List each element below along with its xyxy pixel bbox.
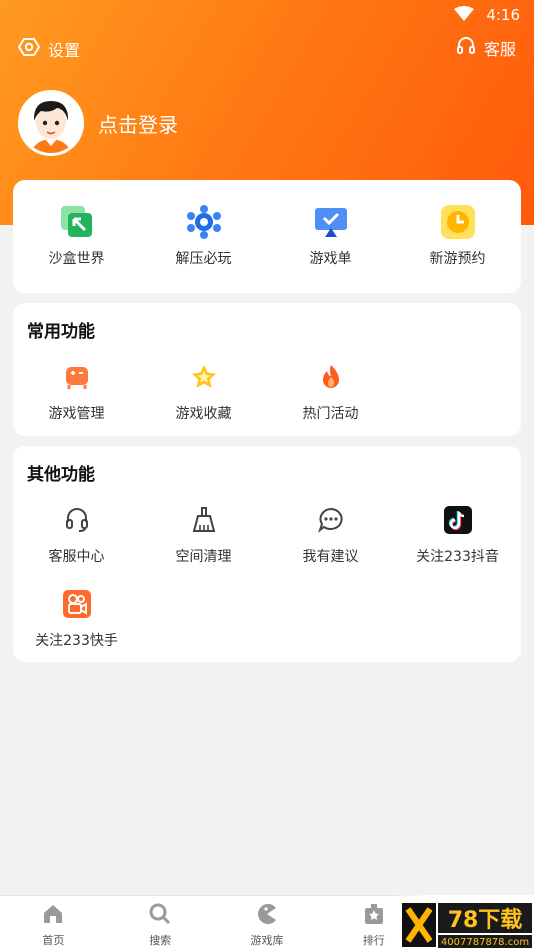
wifi-icon (454, 6, 474, 26)
game-management-entry[interactable]: 游戏管理 (13, 359, 140, 423)
section-title: 其他功能 (27, 465, 95, 485)
home-icon (41, 902, 65, 930)
avatar[interactable] (18, 90, 84, 156)
broom-icon (186, 502, 222, 538)
quick-entry-card: 沙盒世界 解压必玩 游戏单 新游预约 (13, 180, 521, 293)
status-time: 4:16 (486, 6, 520, 24)
hot-events-entry[interactable]: 热门活动 (267, 359, 394, 423)
puzzle-icon (186, 204, 222, 240)
suggestion-entry[interactable]: 我有建议 (267, 502, 394, 566)
quick-item-label: 解压必玩 (175, 251, 232, 267)
other-item-label: 客服中心 (48, 549, 105, 565)
customer-center-entry[interactable]: 客服中心 (13, 502, 140, 566)
other-functions-card: 其他功能 客服中心 空间清理 我有建议 关注233抖音 关注233快手 (13, 446, 521, 662)
stress-relief-entry[interactable]: 解压必玩 (140, 204, 267, 268)
gamepad-icon (59, 359, 95, 395)
tiktok-icon (440, 502, 476, 538)
game-list-icon (313, 204, 349, 240)
fire-icon (313, 359, 349, 395)
tab-label: 搜索 (149, 934, 172, 947)
service-label: 客服 (483, 40, 516, 59)
tab-label: 游戏库 (250, 934, 284, 947)
new-game-reservation-entry[interactable]: 新游预约 (394, 204, 521, 268)
customer-service-button[interactable]: 客服 (456, 36, 516, 60)
profile-section[interactable]: 点击登录 (18, 90, 178, 156)
game-list-entry[interactable]: 游戏单 (267, 204, 394, 268)
watermark: 78下载 4007787878.com (394, 895, 534, 949)
follow-kuaishou-entry[interactable]: 关注233快手 (13, 586, 140, 650)
settings-button[interactable]: 设置 (17, 36, 81, 62)
tab-home[interactable]: 首页 (0, 896, 107, 949)
common-item-label: 热门活动 (302, 406, 359, 422)
pacman-icon (255, 902, 279, 930)
sandbox-world-entry[interactable]: 沙盒世界 (13, 204, 140, 268)
settings-label: 设置 (48, 41, 81, 60)
other-item-label: 关注233快手 (35, 633, 118, 649)
common-item-label: 游戏管理 (48, 406, 105, 422)
other-item-label: 我有建议 (302, 549, 359, 565)
other-item-label: 关注233抖音 (416, 549, 499, 565)
chat-icon (313, 502, 349, 538)
tab-label: 首页 (42, 934, 65, 947)
watermark-site: 4007787878.com (441, 937, 529, 948)
game-favorites-entry[interactable]: 游戏收藏 (140, 359, 267, 423)
headset-icon (59, 502, 95, 538)
other-item-label: 空间清理 (175, 549, 232, 565)
tab-label: 排行 (362, 934, 385, 947)
watermark-logo: 78下载 4007787878.com (402, 903, 532, 948)
tab-search[interactable]: 搜索 (107, 896, 214, 949)
sandbox-icon (59, 204, 95, 240)
common-item-label: 游戏收藏 (175, 406, 232, 422)
status-bar: 4:16 (0, 0, 534, 30)
rank-icon (362, 902, 386, 930)
kuaishou-icon (59, 586, 95, 622)
common-functions-card: 常用功能 游戏管理 游戏收藏 热门活动 (13, 303, 521, 436)
top-bar: 设置 客服 (0, 36, 534, 64)
settings-icon (17, 36, 41, 62)
login-link[interactable]: 点击登录 (98, 109, 178, 138)
quick-item-label: 游戏单 (309, 251, 352, 267)
quick-item-label: 沙盒世界 (48, 251, 105, 267)
tab-game-library[interactable]: 游戏库 (214, 896, 321, 949)
star-icon (186, 359, 222, 395)
follow-douyin-entry[interactable]: 关注233抖音 (394, 502, 521, 566)
section-title: 常用功能 (27, 322, 95, 342)
search-icon (148, 902, 172, 930)
headset-icon (456, 36, 476, 60)
watermark-brand: 78下载 (448, 907, 523, 933)
clock-icon (440, 204, 476, 240)
quick-item-label: 新游预约 (429, 251, 486, 267)
storage-cleanup-entry[interactable]: 空间清理 (140, 502, 267, 566)
